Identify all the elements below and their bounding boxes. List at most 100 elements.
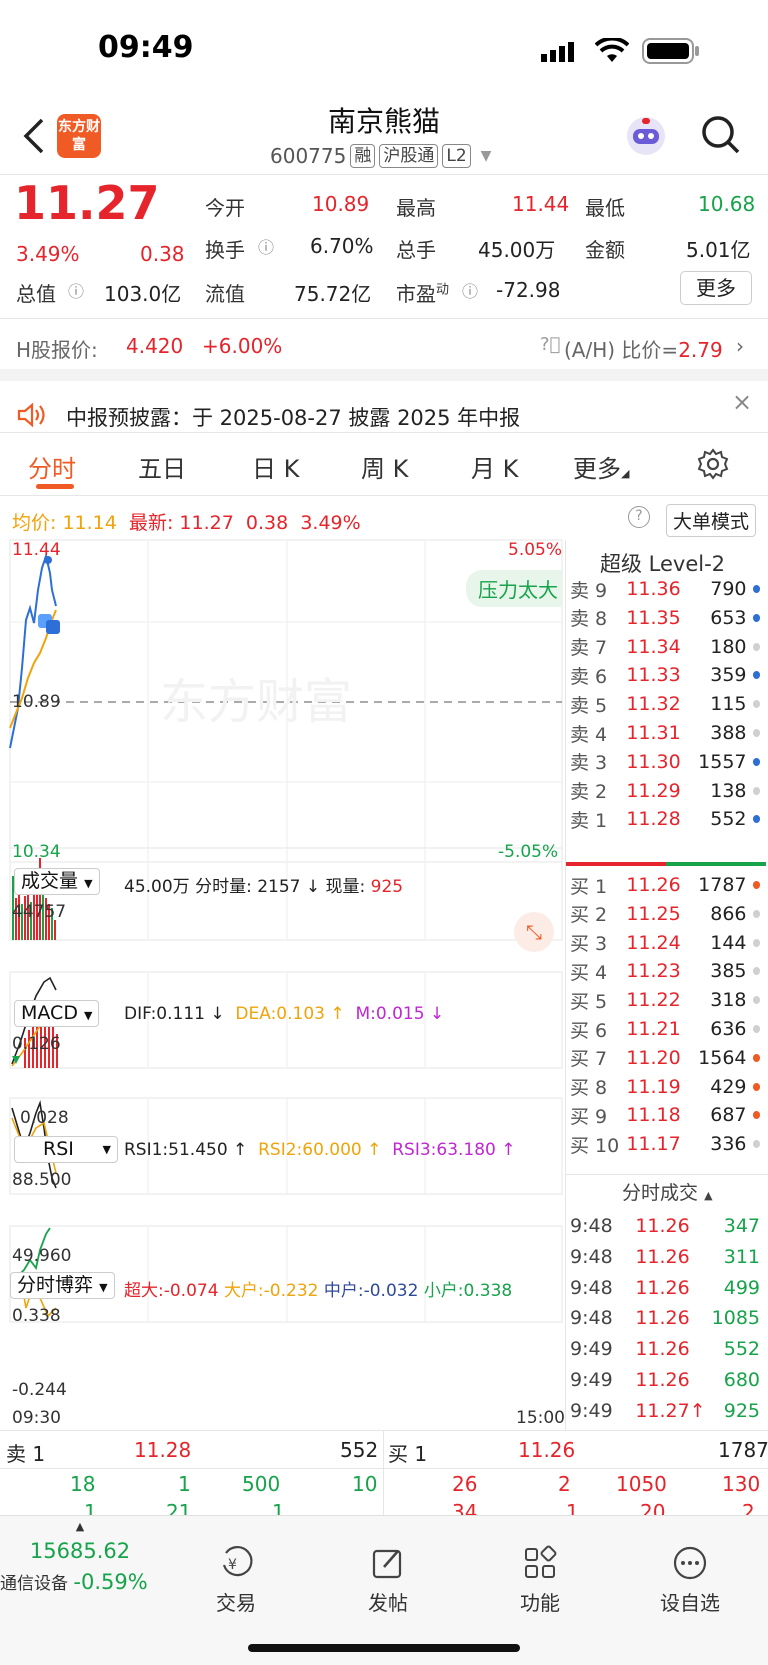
info-circle-icon[interactable]: ⓘ <box>258 234 274 258</box>
bid-label: 买 8 <box>570 1077 608 1100</box>
bid-row[interactable]: 买 7 11.20 1564 <box>570 1043 761 1073</box>
macd-indicator-dropdown[interactable]: MACD ▼ <box>14 1000 100 1027</box>
info-circle-icon[interactable]: ⓘ <box>462 278 478 302</box>
last-price: 11.27 <box>14 176 160 230</box>
tick-price: 11.26 <box>635 1276 690 1299</box>
ask-label: 卖 4 <box>570 723 608 746</box>
bid-row[interactable]: 买 1 11.26 1787 <box>570 870 761 900</box>
queue-cell: 1050 <box>616 1472 667 1496</box>
tab-intraday[interactable]: 分时 <box>28 449 76 484</box>
bid-row[interactable]: 买 9 11.18 687 <box>570 1100 761 1130</box>
tab-weekly-k[interactable]: 周 K <box>361 449 408 484</box>
tick-time: 9:49 <box>570 1338 613 1361</box>
bid-row[interactable]: 买 3 11.24 144 <box>570 928 761 958</box>
expand-icon[interactable]: ⤡ <box>514 912 554 952</box>
ask-price: 11.28 <box>626 808 681 831</box>
nav-functions[interactable]: 功能 <box>490 1545 590 1616</box>
ah-label[interactable]: (A/H) 比价=2.79 <box>564 334 723 363</box>
big-order-mode-button[interactable]: 大单模式 <box>666 504 757 537</box>
queue-cell: 2 <box>558 1472 571 1496</box>
more-button[interactable]: 更多 <box>680 271 752 305</box>
tab-five-day[interactable]: 五日 <box>138 449 186 484</box>
volume-indicator-dropdown[interactable]: 成交量 ▼ <box>14 868 100 895</box>
trade-icon: ¥ <box>222 1546 253 1577</box>
nav-trade[interactable]: ¥ 交易 <box>186 1545 286 1616</box>
bid-volume: 866 <box>710 902 747 925</box>
bid-label: 买 9 <box>570 1105 608 1128</box>
ask-row[interactable]: 卖 4 11.31 388 <box>570 718 761 748</box>
order-dot-icon <box>752 1025 761 1033</box>
caret-up-icon: ▲ <box>75 1520 85 1533</box>
nav-add-watchlist[interactable]: 设自选 <box>640 1545 740 1616</box>
ask-label: 卖 8 <box>570 608 608 631</box>
order-dot-icon <box>752 967 761 976</box>
chart-open-label: 10.89 <box>12 692 61 712</box>
ask-row[interactable]: 卖 5 11.32 115 <box>570 689 761 719</box>
ask-row[interactable]: 卖 3 11.30 1557 <box>570 747 761 777</box>
ask-volume: 1557 <box>698 750 747 773</box>
question-icon[interactable]: ?⃝ <box>540 334 560 355</box>
pe-label: 市盈动 <box>396 282 450 306</box>
index-ticker[interactable]: ▲ 15685.62 通信设备 -0.59% <box>0 1520 160 1600</box>
bid-row[interactable]: 买 5 11.22 318 <box>570 985 761 1015</box>
ask-price: 11.29 <box>626 779 681 802</box>
ask-row[interactable]: 卖 7 11.34 180 <box>570 632 761 662</box>
tick-volume: 680 <box>723 1369 760 1391</box>
ask-row[interactable]: 卖 9 11.36 790 <box>570 574 761 604</box>
ask-row[interactable]: 卖 2 11.29 138 <box>570 776 761 806</box>
gear-icon[interactable] <box>697 448 729 484</box>
tick-volume: 347 <box>723 1215 760 1237</box>
bid-row[interactable]: 买 6 11.21 636 <box>570 1014 761 1044</box>
nav-post[interactable]: 发帖 <box>338 1545 438 1616</box>
search-icon[interactable] <box>700 114 742 160</box>
bid-price: 11.21 <box>626 1018 681 1040</box>
bid-row[interactable]: 买 8 11.19 429 <box>570 1072 761 1102</box>
ask-price: 11.33 <box>626 664 681 687</box>
rsi-indicator-dropdown[interactable]: RSI ▼ <box>14 1136 118 1163</box>
bid-row[interactable]: 买 2 11.25 866 <box>570 899 761 929</box>
status-time: 09:49 <box>98 30 194 65</box>
bid-label: 买 3 <box>570 933 608 956</box>
order-dot-icon <box>752 729 761 737</box>
ask-row[interactable]: 卖 1 11.28 552 <box>570 804 761 834</box>
chevron-right-icon[interactable]: › <box>736 334 744 358</box>
order-dot-icon <box>752 757 761 766</box>
chevron-down-icon: ▼ <box>480 148 492 164</box>
queue-cell: 1 <box>178 1472 191 1496</box>
game-indicator-dropdown[interactable]: 分时博弈 ▼ <box>10 1272 115 1299</box>
open-label: 今开 <box>205 196 245 220</box>
stock-code-row[interactable]: 600775 融 沪股通 L2 ▼ <box>270 144 491 168</box>
trade-tick-row: 9:48 11.26 499 <box>570 1272 760 1304</box>
bid-price: 11.20 <box>626 1046 681 1069</box>
ticks-title[interactable]: 分时成交 ▲ <box>622 1178 713 1205</box>
tab-daily-k[interactable]: 日 K <box>252 449 299 484</box>
ask-volume: 653 <box>710 606 747 629</box>
bid-volume: 318 <box>710 989 747 1012</box>
bid-row[interactable]: 买 10 11.17 336 <box>570 1129 761 1159</box>
bid-label: 买 5 <box>570 990 608 1013</box>
robot-assistant-icon[interactable] <box>624 114 668 162</box>
tick-time: 9:49 <box>570 1399 613 1422</box>
ask-row[interactable]: 卖 6 11.33 359 <box>570 660 761 690</box>
ask-volume: 138 <box>710 779 747 802</box>
tick-volume: 925 <box>723 1399 760 1422</box>
tab-monthly-k[interactable]: 月 K <box>471 449 518 484</box>
pressure-badge[interactable]: 压力太大 <box>466 570 562 607</box>
question-icon[interactable]: ? <box>628 506 650 528</box>
bid-label: 买 4 <box>570 961 608 984</box>
ask-volume: 790 <box>710 578 747 600</box>
watermark: 东方财富 <box>160 674 352 730</box>
bid-row[interactable]: 买 4 11.23 385 <box>570 956 761 986</box>
tick-price: 11.26 <box>635 1369 690 1391</box>
tick-price: 11.26 <box>635 1245 690 1268</box>
turnover-label: 换手 <box>205 238 245 262</box>
tab-more[interactable]: 更多◢ <box>573 449 629 484</box>
hshare-pct: +6.00% <box>202 334 283 358</box>
info-circle-icon[interactable]: ⓘ <box>68 278 84 302</box>
close-icon[interactable]: × <box>732 388 752 416</box>
ask-row[interactable]: 卖 8 11.35 653 <box>570 603 761 633</box>
bid-volume: 1787 <box>698 874 747 896</box>
tag-margin: 融 <box>350 144 376 168</box>
notice-text[interactable]: 中报预披露：于 2025-08-27 披露 2025 年中报 <box>66 402 520 432</box>
trade-tick-row: 9:48 11.26 1085 <box>570 1302 760 1334</box>
